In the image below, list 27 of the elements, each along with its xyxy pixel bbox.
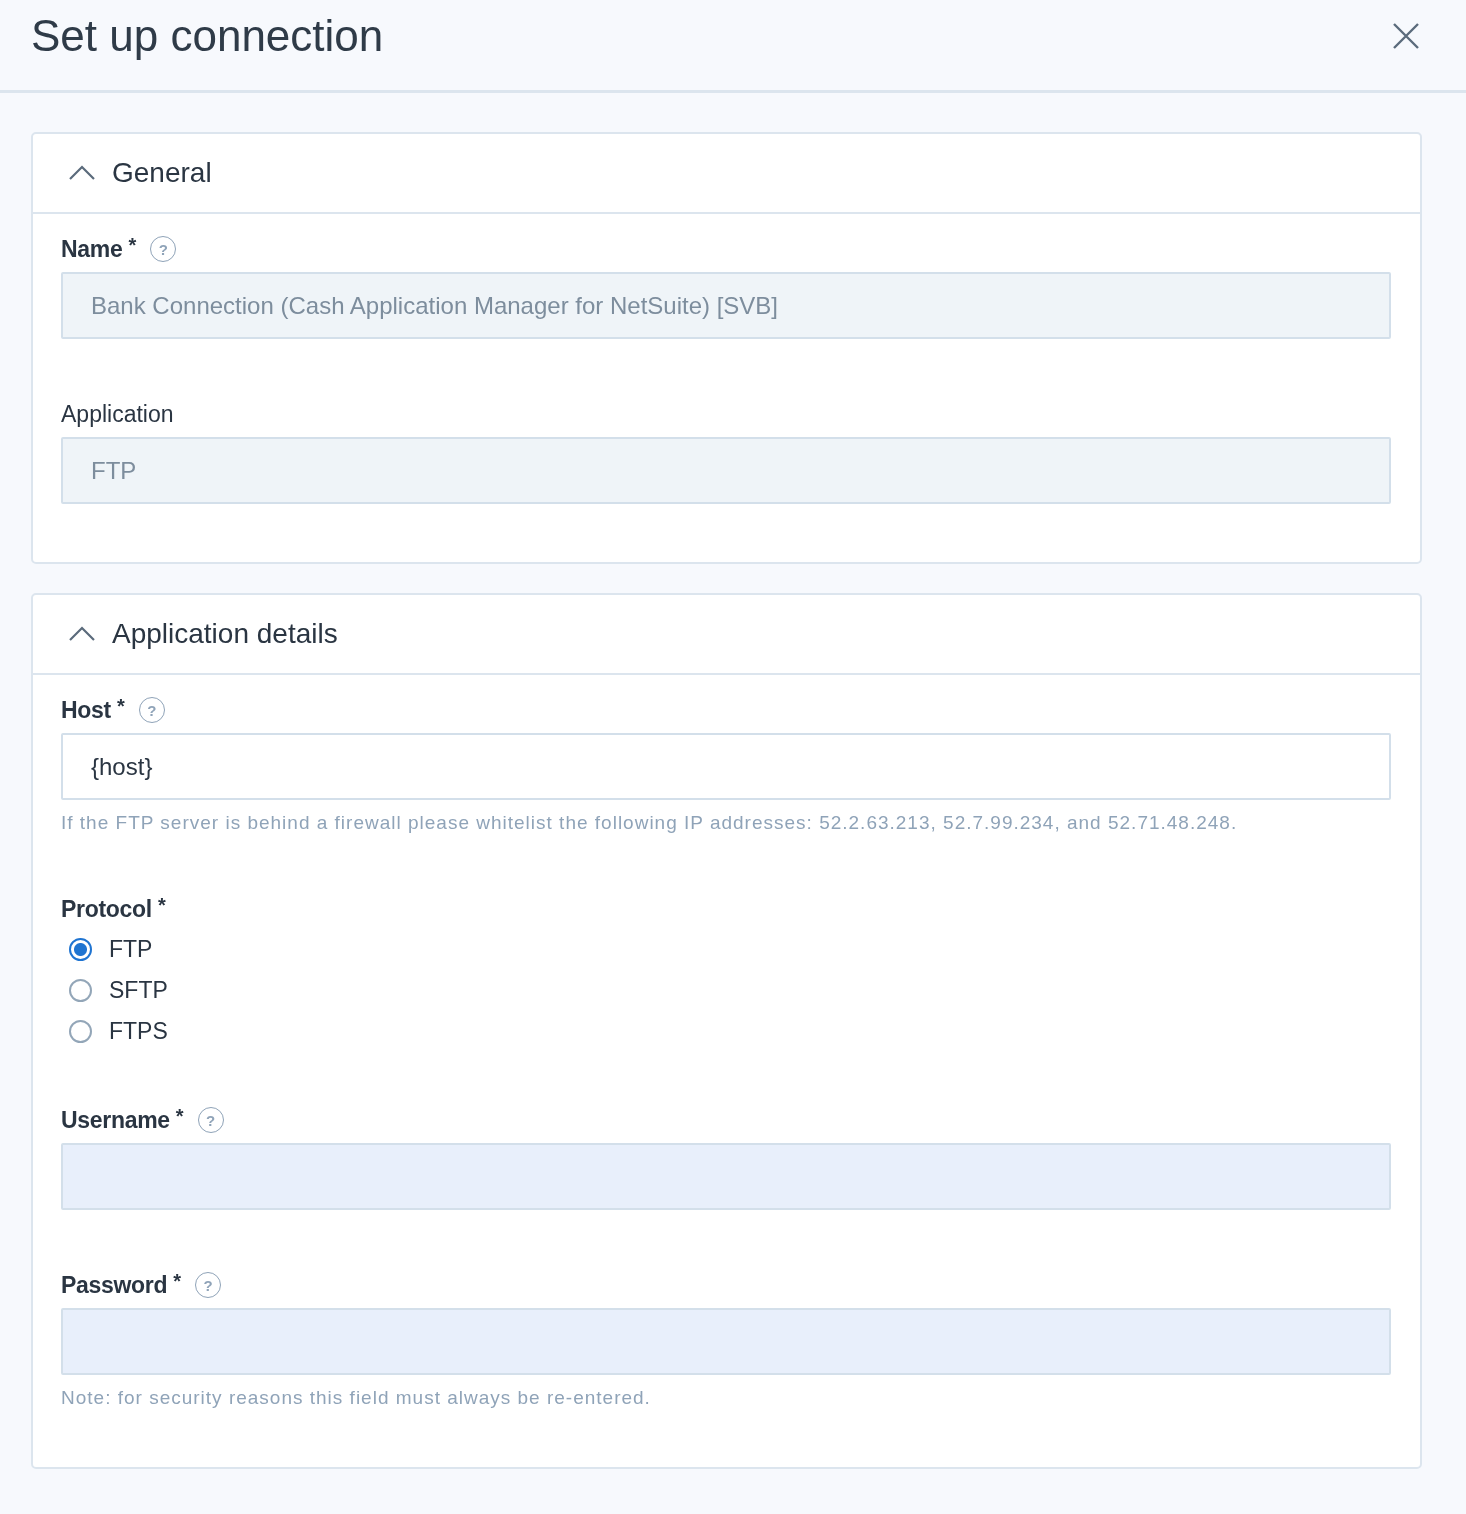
section-header[interactable]: Application details — [33, 595, 1420, 675]
input-field[interactable] — [61, 1143, 1391, 1210]
radio-label[interactable]: FTPS — [109, 1018, 168, 1045]
radio-button[interactable] — [69, 979, 92, 1002]
field-label: Application — [61, 400, 174, 428]
radio-button[interactable] — [69, 938, 92, 961]
required-mark: * — [116, 695, 125, 718]
dialog-title: Set up connection — [31, 11, 384, 62]
radio-button[interactable] — [69, 1020, 92, 1043]
input-field[interactable] — [61, 1308, 1391, 1375]
hint-text: Note: for security reasons this field must always be re-entered. — [61, 1387, 652, 1409]
chevron-icon — [68, 164, 96, 182]
field-label: Password — [61, 1271, 168, 1299]
required-mark: * — [128, 234, 137, 257]
chevron-icon — [68, 625, 96, 643]
hint-text: If the FTP server is behind a firewall please whitelist the following IP addresses: 52.2.63.213, 52.7.99.234, and 52.71.48.248. — [61, 812, 1239, 834]
required-mark: * — [173, 1270, 182, 1293]
required-mark: * — [157, 894, 166, 917]
radio-label[interactable]: FTP — [109, 936, 153, 963]
radio-label[interactable]: SFTP — [109, 977, 168, 1004]
field-label: Protocol — [61, 895, 152, 923]
required-mark: * — [175, 1105, 184, 1128]
section-header[interactable]: General — [33, 134, 1420, 214]
field-label: Username — [61, 1106, 170, 1134]
field-label: Host — [61, 696, 111, 724]
field-label: Name — [61, 235, 123, 263]
input-field[interactable]: {host} — [61, 733, 1391, 800]
